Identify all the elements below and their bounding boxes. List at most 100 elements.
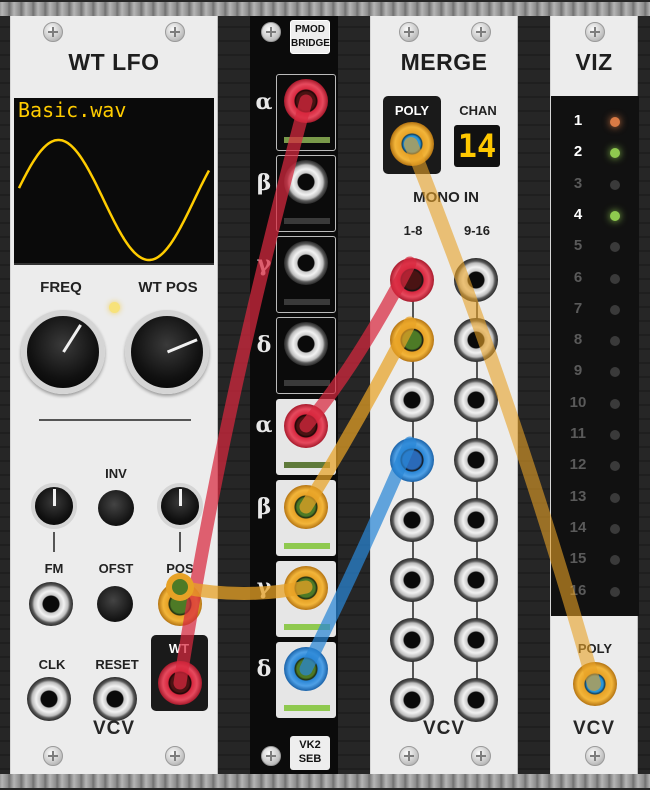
pmod-bridge-badge: PMOD BRIDGE xyxy=(290,20,330,54)
screw-icon xyxy=(399,22,419,42)
mono-input-jack-9[interactable] xyxy=(454,258,498,302)
beta-input-led xyxy=(284,543,330,549)
screw-icon xyxy=(165,22,185,42)
channel-led xyxy=(610,523,620,534)
mono-input-jack-5[interactable] xyxy=(390,498,434,542)
pos-input-jack[interactable] xyxy=(158,582,202,626)
mono-input-jack-16[interactable] xyxy=(454,678,498,722)
pos-label: POS xyxy=(166,561,194,576)
mono-input-jack-13[interactable] xyxy=(454,498,498,542)
screw-icon xyxy=(399,746,419,766)
channel-number: 6 xyxy=(573,268,583,286)
wt-output-jack[interactable] xyxy=(158,661,202,705)
pos-attenuator-knob[interactable] xyxy=(157,483,203,529)
module-title: VIZ xyxy=(575,49,613,75)
gamma-output-led xyxy=(284,299,330,305)
poly-label: POLY xyxy=(577,641,613,656)
rack-rail-top xyxy=(0,2,650,16)
knob-indicator xyxy=(178,489,182,506)
channel-number: 12 xyxy=(569,456,587,474)
freq-label: FREQ xyxy=(40,279,82,296)
mono-input-jack-11[interactable] xyxy=(454,378,498,422)
beta-output-led xyxy=(284,218,330,224)
knob-indicator xyxy=(166,338,198,354)
merge-module: MERGE POLY CHAN 14 MONO IN 1-8 9-16 VCV xyxy=(370,16,518,774)
channel-number: 3 xyxy=(573,174,583,192)
alpha-label: α xyxy=(255,89,273,115)
mono-input-jack-15[interactable] xyxy=(454,618,498,662)
mono-input-jack-6[interactable] xyxy=(390,558,434,602)
wt-pos-knob[interactable] xyxy=(125,310,209,394)
gamma-output-jack[interactable] xyxy=(284,241,328,285)
chan-label: CHAN xyxy=(459,103,497,118)
alpha-input-led xyxy=(284,462,330,468)
screw-icon xyxy=(585,746,605,766)
screw-icon xyxy=(471,22,491,42)
divider-line xyxy=(39,419,191,421)
poly-input-jack[interactable] xyxy=(573,662,617,706)
gamma-input-jack[interactable] xyxy=(284,566,328,610)
channel-number: 14 xyxy=(569,518,587,536)
screw-icon xyxy=(261,746,281,766)
knob-indicator xyxy=(61,324,82,353)
waveform-display: Basic.wav xyxy=(14,98,214,265)
mono-input-jack-12[interactable] xyxy=(454,438,498,482)
beta-input-jack[interactable] xyxy=(284,485,328,529)
channel-count-value: 14 xyxy=(457,127,497,165)
vk2seb-badge: VK2 SEB xyxy=(290,736,330,770)
ofst-label: OFST xyxy=(98,561,134,576)
poly-output-jack[interactable] xyxy=(390,122,434,166)
fm-input-jack[interactable] xyxy=(29,582,73,626)
alpha-input-jack[interactable] xyxy=(284,404,328,448)
screw-icon xyxy=(261,22,281,42)
mono-input-jack-3[interactable] xyxy=(390,378,434,422)
mono-input-jack-2[interactable] xyxy=(390,318,434,362)
module-title: MERGE xyxy=(400,49,488,75)
knob-indicator xyxy=(52,489,56,506)
vcv-logo: VCV xyxy=(92,718,136,739)
reset-input-jack[interactable] xyxy=(93,677,137,721)
channel-led xyxy=(610,461,620,472)
channel-led xyxy=(610,304,620,315)
reset-label: RESET xyxy=(95,657,139,672)
vk2-label: VK2 xyxy=(299,739,321,751)
channel-led xyxy=(610,179,620,190)
vcv-logo: VCV xyxy=(572,718,616,739)
delta-output-jack[interactable] xyxy=(284,322,328,366)
delta-input-jack[interactable] xyxy=(284,647,328,691)
mono-input-jack-4[interactable] xyxy=(390,438,434,482)
inv-button[interactable] xyxy=(98,490,134,526)
delta-label: δ xyxy=(256,332,272,358)
mono-input-jack-7[interactable] xyxy=(390,618,434,662)
channel-led xyxy=(610,148,620,159)
beta-output-jack[interactable] xyxy=(284,160,328,204)
channel-led xyxy=(610,555,620,566)
delta-output-led xyxy=(284,380,330,386)
mono-input-jack-14[interactable] xyxy=(454,558,498,602)
channel-led xyxy=(610,242,620,253)
freq-knob[interactable] xyxy=(21,310,105,394)
offset-button[interactable] xyxy=(97,586,133,622)
connector-line xyxy=(53,532,55,552)
screw-icon xyxy=(165,746,185,766)
mono-input-jack-10[interactable] xyxy=(454,318,498,362)
channel-led xyxy=(610,367,620,378)
mono-input-jack-1[interactable] xyxy=(390,258,434,302)
poly-label: POLY xyxy=(394,103,430,118)
status-led xyxy=(109,302,120,313)
channel-led xyxy=(610,492,620,503)
mono-input-jack-8[interactable] xyxy=(390,678,434,722)
channel-number: 9 xyxy=(573,362,583,380)
channel-number: 1 xyxy=(573,112,583,129)
module-title: WT LFO xyxy=(68,49,160,75)
delta-input-led xyxy=(284,705,330,711)
clk-input-jack[interactable] xyxy=(27,677,71,721)
channel-number: 16 xyxy=(569,581,587,599)
viz-module: VIZ 1 2 3 4 5 6 7 8 9 10 11 12 13 14 15 16 POLY VCV xyxy=(550,16,639,774)
gamma-label: γ xyxy=(256,251,272,277)
channel-led-panel: 1 2 3 4 5 6 7 8 9 10 11 12 13 14 15 16 xyxy=(551,96,639,616)
alpha-output-jack[interactable] xyxy=(284,79,328,123)
channel-number: 7 xyxy=(573,299,583,317)
waveform-trace xyxy=(17,138,211,262)
fm-attenuator-knob[interactable] xyxy=(31,483,77,529)
